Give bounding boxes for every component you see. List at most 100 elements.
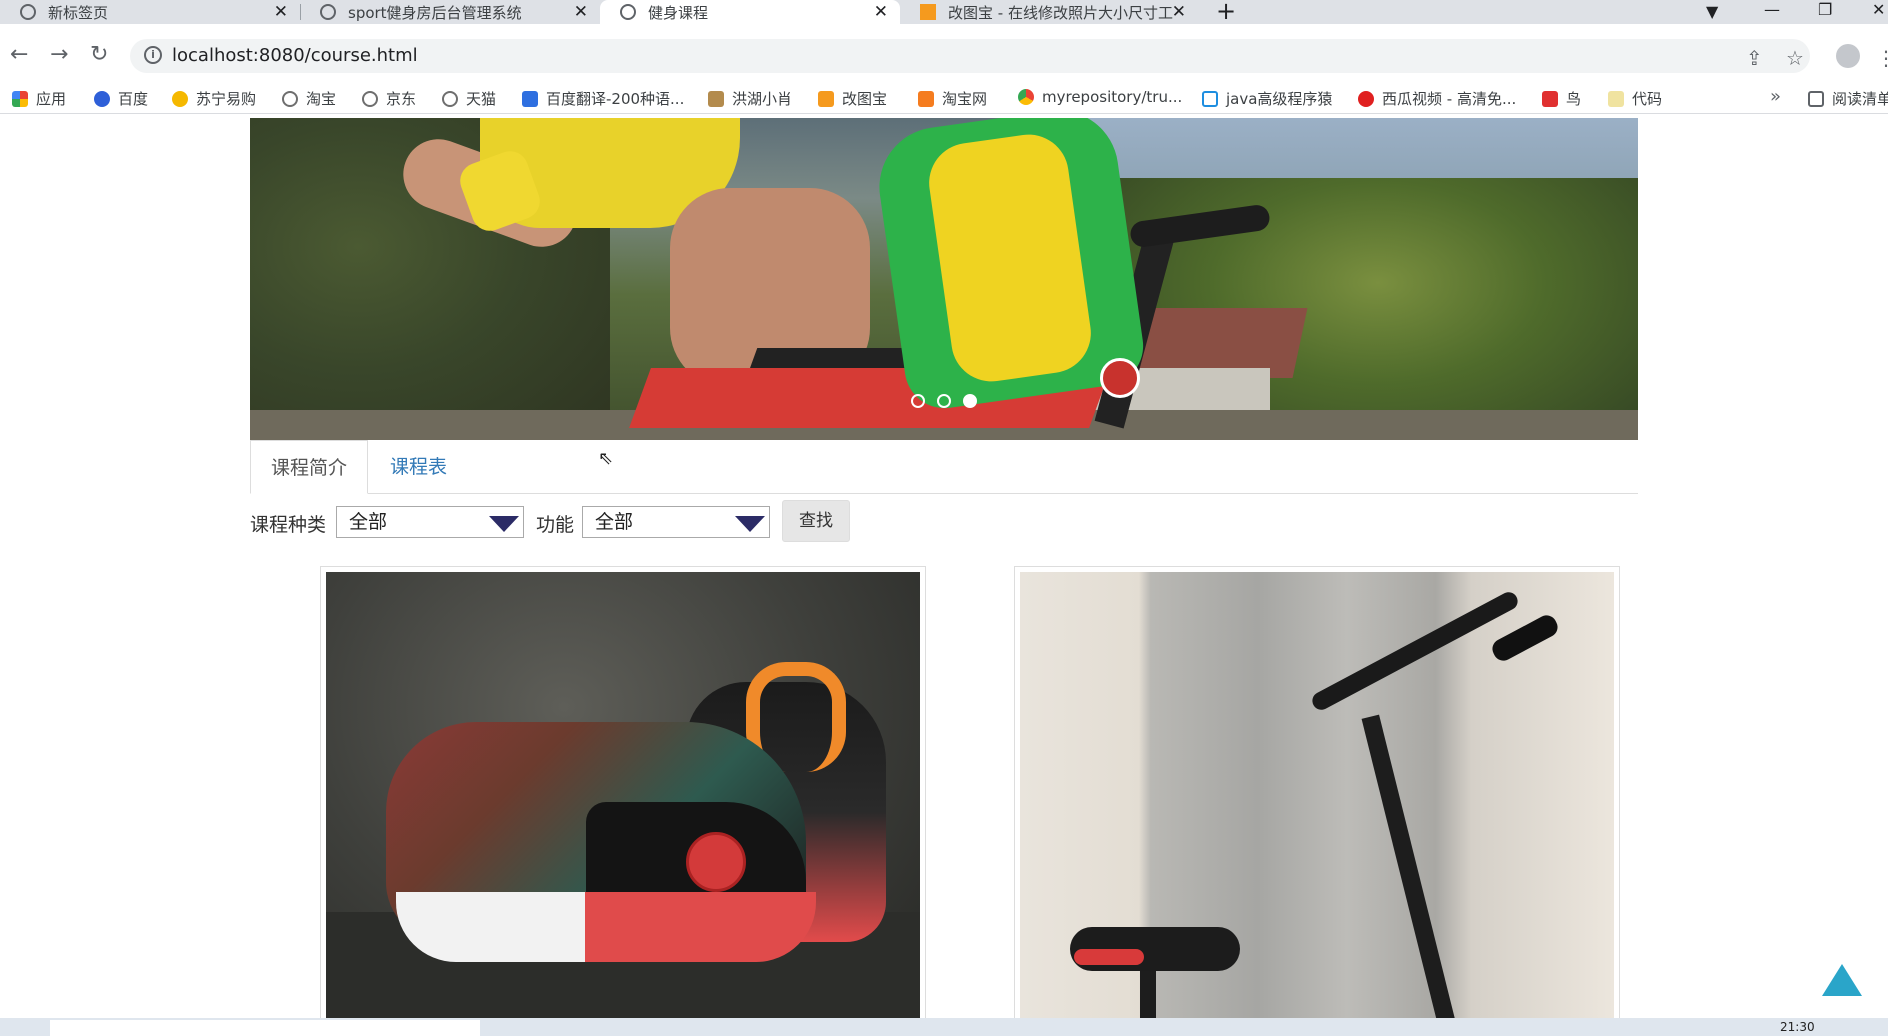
close-icon[interactable]: ✕	[274, 2, 288, 22]
carousel-dot-2[interactable]	[937, 394, 951, 408]
bookmark-xigua[interactable]: 西瓜视频 - 高清免...	[1358, 88, 1516, 109]
close-icon[interactable]: ✕	[874, 2, 888, 22]
page-content: 课程简介 课程表 ⇖ 课程种类 全部 功能 全部 查找	[0, 118, 1888, 1026]
function-select-value: 全部	[595, 511, 634, 533]
bookmark-taobao-net[interactable]: 淘宝网	[918, 88, 987, 109]
url-text[interactable]: localhost:8080/course.html	[172, 45, 418, 66]
address-bar[interactable]: i localhost:8080/course.html	[130, 39, 1810, 73]
reload-icon[interactable]: ↻	[90, 42, 108, 67]
browser-tab-gaitubao[interactable]: 改图宝 - 在线修改照片大小尺寸工 ✕	[900, 0, 1198, 24]
bookmark-apps[interactable]: 应用	[12, 88, 66, 109]
menu-kebab-icon[interactable]: ⋮	[1876, 46, 1888, 70]
scooter-grip	[1488, 611, 1562, 665]
globe-icon	[442, 90, 458, 107]
carousel-dot-3[interactable]	[963, 394, 977, 408]
course-tabs: 课程简介 课程表	[250, 440, 1638, 494]
course-card-image-scooter[interactable]	[1020, 572, 1614, 1022]
gaitubao-icon	[920, 4, 936, 20]
baidu-paw-icon	[94, 90, 110, 107]
browser-toolbar: ← → ↻ i localhost:8080/course.html ⇪ ☆ ⋮	[0, 24, 1888, 88]
browser-tab-course[interactable]: 健身课程 ✕	[600, 0, 900, 24]
close-icon[interactable]: ✕	[1172, 2, 1186, 22]
browser-tab-new-tab[interactable]: 新标签页 ✕	[0, 0, 300, 24]
globe-icon	[620, 4, 636, 20]
sneaker-sole	[396, 892, 816, 962]
function-label: 功能	[536, 514, 575, 536]
bookmark-baidu[interactable]: 百度	[94, 88, 148, 109]
carousel-banner[interactable]	[250, 118, 1638, 440]
translate-icon	[522, 90, 538, 107]
profile-avatar-icon[interactable]	[1836, 44, 1860, 68]
search-button[interactable]: 查找	[782, 500, 850, 542]
apps-grid-icon	[12, 90, 28, 107]
bookmark-code[interactable]: 代码	[1608, 88, 1662, 109]
back-arrow-icon[interactable]: ←	[10, 42, 28, 67]
tab-course-schedule[interactable]: 课程表	[370, 440, 467, 494]
bookmark-jd[interactable]: 京东	[362, 88, 416, 109]
globe-icon	[320, 4, 336, 20]
bookmark-honghu[interactable]: 洪湖小肖	[708, 88, 792, 109]
course-card[interactable]	[320, 566, 926, 1026]
forward-arrow-icon[interactable]: →	[50, 42, 68, 67]
bird-icon	[1542, 90, 1558, 107]
suning-icon	[172, 90, 188, 107]
gaitubao-icon	[818, 90, 834, 107]
bookmark-bird[interactable]: 鸟	[1542, 88, 1581, 109]
bookmark-gaitubao[interactable]: 改图宝	[818, 88, 887, 109]
browser-tab-strip: 新标签页 ✕ sport健身房后台管理系统 ✕ 健身课程 ✕ 改图宝 - 在线修…	[0, 0, 1888, 24]
scooter-stem	[1361, 714, 1457, 1022]
minimize-icon[interactable]: —	[1764, 0, 1780, 19]
bookmark-suning[interactable]: 苏宁易购	[172, 88, 256, 109]
course-card-image-sneakers[interactable]	[326, 572, 920, 1022]
scooter-seatpost	[1140, 967, 1156, 1022]
category-select[interactable]: 全部	[336, 506, 524, 538]
banner-3p-logo	[1100, 358, 1140, 398]
window-close-icon[interactable]: ✕	[1872, 0, 1885, 19]
reading-list-icon	[1808, 90, 1824, 107]
play-icon	[1358, 90, 1374, 107]
hand-icon	[708, 90, 724, 107]
mouse-cursor-icon: ⇖	[598, 448, 614, 469]
back-to-top-icon[interactable]	[1822, 964, 1862, 996]
tab-course-intro[interactable]: 课程简介	[250, 440, 369, 494]
course-card[interactable]	[1014, 566, 1620, 1026]
bookmark-tmall[interactable]: 天猫	[442, 88, 496, 109]
globe-icon	[362, 90, 378, 107]
scooter-handlebar	[1309, 589, 1521, 713]
new-tab-plus-icon[interactable]: +	[1216, 0, 1236, 23]
os-taskbar: 21:30	[0, 1018, 1888, 1036]
scooter-seat	[1070, 927, 1240, 971]
taobao-icon	[918, 90, 934, 107]
site-info-icon[interactable]: i	[144, 46, 162, 64]
category-select-value: 全部	[349, 511, 388, 533]
folder-icon	[1608, 90, 1624, 107]
browser-tab-admin[interactable]: sport健身房后台管理系统 ✕	[300, 0, 600, 24]
close-icon[interactable]: ✕	[574, 2, 588, 22]
chrome-icon	[1018, 89, 1034, 105]
share-icon[interactable]: ⇪	[1746, 46, 1763, 70]
bookmark-java[interactable]: java高级程序猿	[1202, 88, 1332, 109]
carousel-indicators	[250, 393, 1638, 412]
taskbar-search-box[interactable]	[50, 1020, 480, 1036]
course-filters: 课程种类 全部 功能 全部 查找	[250, 500, 1250, 544]
bookmarks-bar: 应用 百度 苏宁易购 淘宝 京东 天猫 百度翻译-200种语... 洪湖小肖 改…	[0, 82, 1888, 114]
sneaker-logo-badge	[686, 832, 746, 892]
dropdown-arrow-icon	[489, 516, 519, 532]
bookmark-myrepository[interactable]: myrepository/tru...	[1018, 88, 1182, 106]
more-bookmarks-chevron-icon[interactable]: »	[1770, 86, 1781, 107]
scooter-seat-trim	[1074, 949, 1144, 965]
function-select[interactable]: 全部	[582, 506, 770, 538]
globe-icon	[282, 90, 298, 107]
tab-search-icon[interactable]: ▼	[1706, 2, 1718, 21]
sneaker-front	[386, 722, 816, 962]
carousel-dot-1[interactable]	[911, 394, 925, 408]
restore-icon[interactable]: ❐	[1818, 0, 1832, 19]
globe-icon	[20, 4, 36, 20]
dropdown-arrow-icon	[735, 516, 765, 532]
category-label: 课程种类	[250, 514, 327, 536]
bookmark-baidu-translate[interactable]: 百度翻译-200种语...	[522, 88, 684, 109]
bookmark-star-icon[interactable]: ☆	[1786, 46, 1804, 70]
bookmark-taobao[interactable]: 淘宝	[282, 88, 336, 109]
reading-list[interactable]: 阅读清单	[1808, 88, 1888, 109]
bilibili-tv-icon	[1202, 90, 1218, 107]
